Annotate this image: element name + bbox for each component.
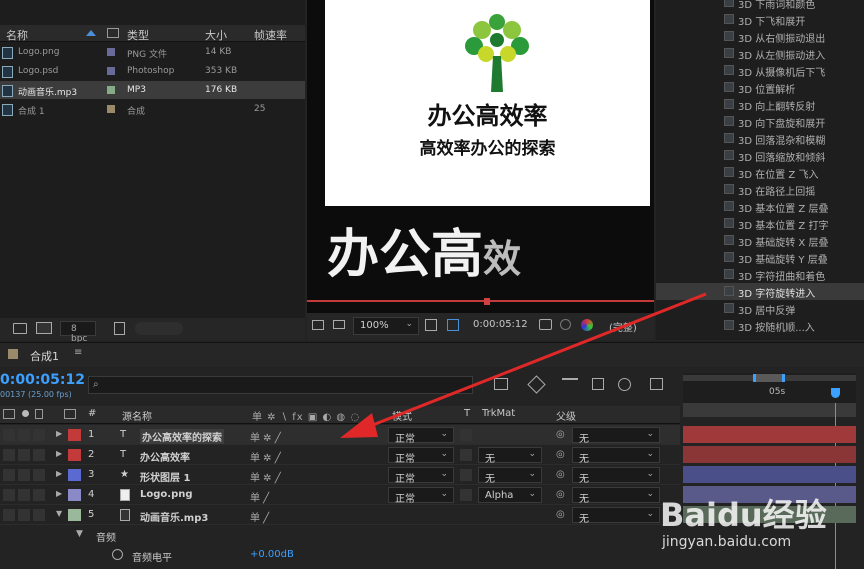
annotation-arrow: [340, 292, 707, 438]
watermark-url: jingyan.baidu.com: [662, 534, 792, 550]
watermark-brand: Baidu经验: [660, 496, 827, 534]
baidu-watermark: Baidu经验 jingyan.baidu.com: [660, 490, 860, 556]
